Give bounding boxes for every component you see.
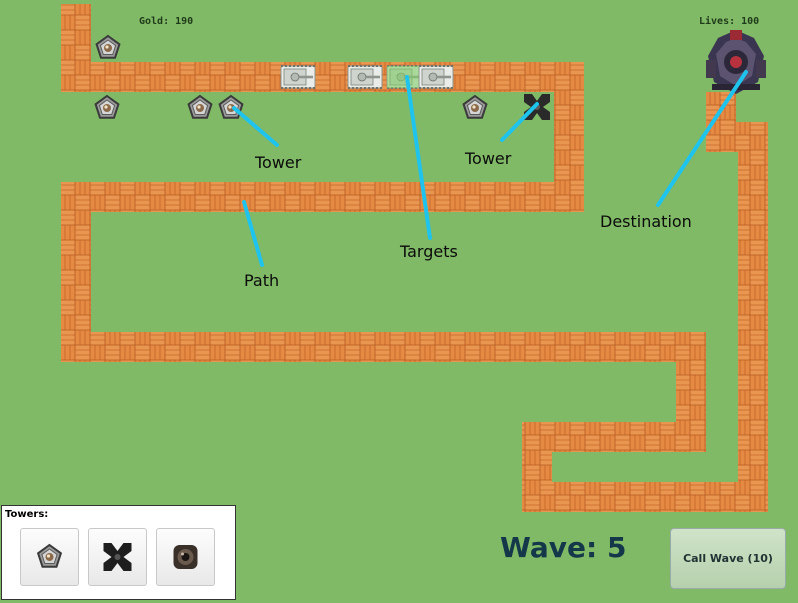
pentagon-tower-icon[interactable] xyxy=(94,95,120,119)
annotation-path: Path xyxy=(244,271,280,290)
pentagon-tower-button[interactable] xyxy=(20,528,79,586)
lives-counter: Lives: 100 xyxy=(699,16,760,27)
tower-panel: Towers: xyxy=(1,505,236,600)
pointer-line xyxy=(405,75,432,240)
gold-counter: Gold: 190 xyxy=(139,16,194,27)
annotation-destination: Destination xyxy=(600,212,692,231)
path-segment xyxy=(738,122,768,512)
pentagon-tower-icon xyxy=(37,544,62,568)
cannon-tower-button[interactable] xyxy=(156,528,215,586)
cross-tower-icon xyxy=(103,543,132,571)
annotation-tower-left: Tower xyxy=(255,153,302,172)
target-enemy xyxy=(347,65,383,89)
path-segment xyxy=(61,182,584,212)
tower-panel-title: Towers: xyxy=(5,509,49,520)
call-wave-button[interactable]: Call Wave (10) xyxy=(670,528,786,589)
annotation-tower-right: Tower xyxy=(465,149,512,168)
path-segment xyxy=(522,482,768,512)
path-segment xyxy=(61,62,584,92)
pentagon-tower-icon[interactable] xyxy=(462,95,488,119)
annotation-targets: Targets xyxy=(400,242,458,261)
annotation-pointers xyxy=(232,70,748,267)
pointer-line xyxy=(500,102,539,142)
wave-indicator: Wave: 5 xyxy=(500,531,627,564)
path-segment xyxy=(61,332,706,362)
target-enemy xyxy=(418,65,454,89)
pentagon-tower-icon[interactable] xyxy=(187,95,213,119)
cannon-tower-icon xyxy=(173,545,198,569)
pentagon-tower-icon[interactable] xyxy=(95,35,121,59)
path-segment xyxy=(706,122,768,152)
target-enemy xyxy=(280,65,316,89)
pointer-line xyxy=(232,106,279,147)
cross-tower-button[interactable] xyxy=(88,528,147,586)
target-enemy-hit xyxy=(386,65,422,89)
